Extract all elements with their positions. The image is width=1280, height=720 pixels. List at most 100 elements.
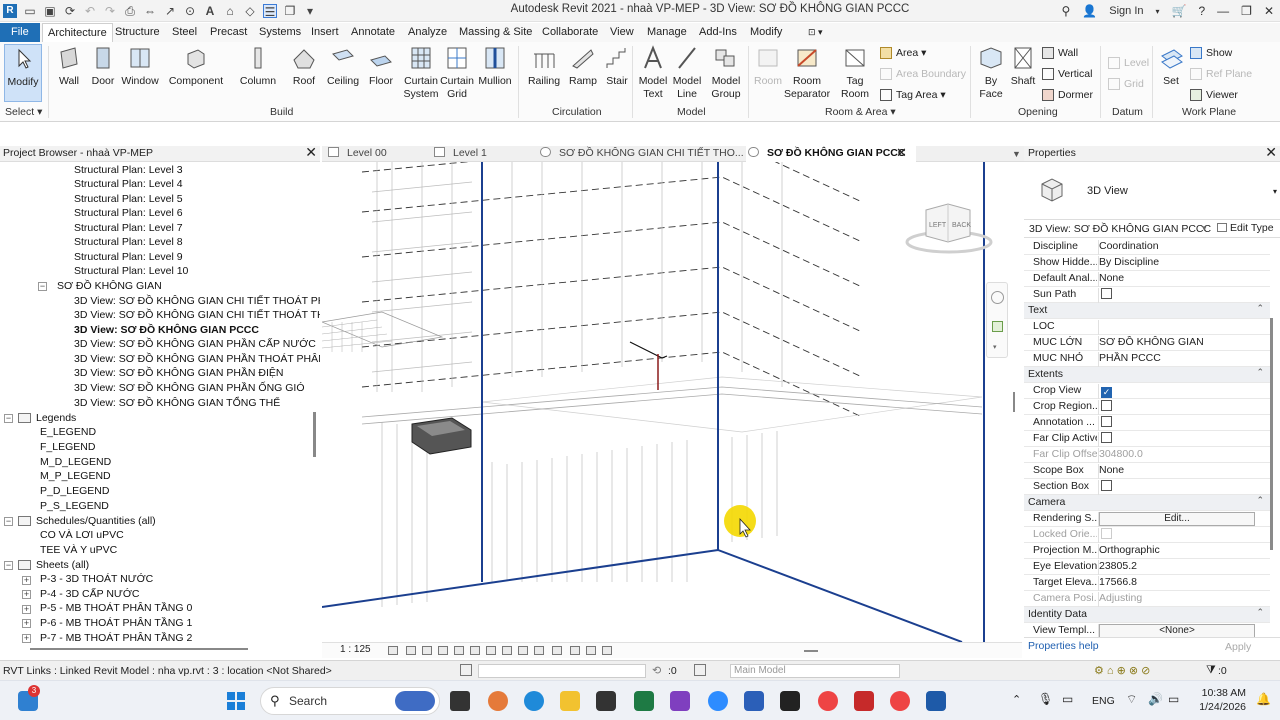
tab-analyze[interactable]: Analyze [403, 23, 452, 42]
tree-item-structural-plan[interactable]: Structural Plan: Level 10 [74, 264, 188, 278]
prop-value[interactable]: None [1098, 464, 1256, 479]
edge-icon[interactable] [524, 691, 544, 711]
print-icon[interactable]: ⎙ [123, 4, 137, 18]
model-text-button[interactable]: Model Text [636, 44, 670, 101]
tree-collapse-toggle[interactable]: − [4, 561, 13, 570]
tree-item-3d-view[interactable]: 3D View: SƠ ĐỒ KHÔNG GIAN PHẦN CẤP NƯỚC [74, 337, 316, 351]
section-box-checkbox[interactable] [1101, 480, 1112, 491]
project-browser-close-icon[interactable]: ✕ [305, 144, 317, 161]
tree-item-sheet[interactable]: P-3 - 3D THOÁT NƯỚC [40, 572, 153, 586]
zoom-icon[interactable] [708, 691, 728, 711]
detail-level-icon[interactable] [388, 646, 398, 655]
tab-manage[interactable]: Manage [642, 23, 692, 42]
window-button[interactable]: Window [120, 44, 160, 88]
floor-button[interactable]: Floor [366, 44, 396, 88]
sun-path-icon[interactable] [422, 646, 432, 655]
close-button[interactable]: ✕ [1258, 4, 1280, 18]
tag-area-button[interactable]: Tag Area ▾ [880, 87, 946, 103]
revit-icon[interactable] [926, 691, 946, 711]
language-indicator[interactable]: ENG [1092, 695, 1115, 707]
prop-row[interactable]: Section Box [1024, 479, 1270, 495]
stair-button[interactable]: Stair [602, 44, 632, 88]
volume-icon[interactable]: 🔊 [1148, 692, 1163, 706]
prop-row[interactable]: Annotation ... [1024, 415, 1270, 431]
sign-in-button[interactable]: Sign In [1103, 5, 1149, 17]
tree-group-schedules[interactable]: Schedules/Quantities (all) [36, 514, 156, 528]
shaft-button[interactable]: Shaft [1008, 44, 1038, 88]
prop-row[interactable]: MUC LỚN SƠ ĐỒ KHÔNG GIAN [1024, 335, 1270, 351]
prop-group-extents[interactable]: Extents ⌃ [1024, 367, 1270, 383]
tree-item-structural-plan[interactable]: Structural Plan: Level 6 [74, 206, 183, 220]
column-button[interactable]: Column [238, 44, 278, 88]
view-tab-3d-detail[interactable]: SƠ ĐỒ KHÔNG GIAN CHI TIẾT THO... [540, 146, 744, 162]
thin-lines-icon[interactable]: ☰ [263, 4, 277, 19]
crop-region-checkbox[interactable] [1101, 400, 1112, 411]
sign-in-dropdown-icon[interactable]: ▾ [1150, 7, 1166, 16]
wall-opening-button[interactable]: Wall [1042, 45, 1078, 61]
open-icon[interactable]: ▭ [23, 4, 37, 18]
apply-button[interactable]: Apply [1225, 641, 1251, 653]
tree-item-3d-view[interactable]: 3D View: SƠ ĐỒ KHÔNG GIAN PHẦN ỐNG GIÓ [74, 381, 305, 395]
ceiling-button[interactable]: Ceiling [324, 44, 362, 88]
prop-row[interactable]: Show Hidde... By Discipline [1024, 255, 1270, 271]
close-hidden-icon[interactable]: ❐ [283, 4, 297, 18]
prop-group-camera[interactable]: Camera ⌃ [1024, 495, 1270, 511]
dimension-icon[interactable]: ↗ [163, 4, 177, 18]
prop-row[interactable]: LOC [1024, 319, 1270, 335]
measure-icon[interactable]: ⇔ [143, 4, 157, 18]
project-browser-scrollbar[interactable] [313, 412, 316, 457]
tree-item-3d-view[interactable]: 3D View: SƠ ĐỒ KHÔNG GIAN TỔNG THỂ [74, 396, 280, 410]
prop-value[interactable]: Orthographic [1098, 544, 1256, 559]
tree-item-sheet[interactable]: P-5 - MB THOÁT PHÂN TẦNG 0 [40, 601, 192, 615]
view-control-scrollbar[interactable] [804, 650, 818, 652]
task-view-icon[interactable] [450, 691, 470, 711]
reveal-constraints-icon[interactable] [586, 646, 596, 655]
tab-collaborate[interactable]: Collaborate [537, 23, 603, 42]
tab-view[interactable]: View [605, 23, 639, 42]
prop-value[interactable]: SƠ ĐỒ KHÔNG GIAN [1098, 336, 1256, 351]
viewer-button[interactable]: Viewer [1190, 87, 1238, 103]
tree-item-schedule[interactable]: CO VÀ LƠI uPVC [40, 528, 124, 542]
equipment-box[interactable] [411, 417, 472, 455]
tree-item-structural-plan[interactable]: Structural Plan: Level 7 [74, 221, 183, 235]
view-tab-level-1[interactable]: Level 1 [434, 146, 487, 162]
prop-row[interactable]: Eye Elevation 23805.2 [1024, 559, 1270, 575]
prop-row[interactable]: Far Clip Active [1024, 431, 1270, 447]
viewcube-back-face[interactable]: BACK [952, 222, 971, 229]
minimize-button[interactable]: — [1211, 4, 1235, 18]
prop-row[interactable]: Target Eleva... 17566.8 [1024, 575, 1270, 591]
lock-view-icon[interactable] [502, 646, 512, 655]
tree-item-structural-plan[interactable]: Structural Plan: Level 9 [74, 250, 183, 264]
help-icon[interactable]: ? [1192, 4, 1211, 18]
show-button[interactable]: Show [1190, 45, 1232, 61]
tree-item-schedule[interactable]: TEE VÀ Y uPVC [40, 543, 117, 557]
prop-row[interactable]: MUC NHỎ PHẦN PCCC [1024, 351, 1270, 367]
tray-expand-icon[interactable]: ⌃ [1012, 693, 1021, 706]
switch-windows-icon[interactable]: ▾ [303, 4, 317, 18]
instance-selector[interactable]: 3D View: SƠ ĐỒ KHÔNG GIAN PCCC ▾ Edit Ty… [1024, 221, 1280, 238]
tab-massing-site[interactable]: Massing & Site [454, 23, 537, 42]
view-scale[interactable]: 1 : 125 [340, 644, 371, 655]
tab-add-ins[interactable]: Add-Ins [694, 23, 742, 42]
cart-icon[interactable]: 🛒 [1166, 4, 1193, 18]
excel-icon[interactable] [634, 691, 654, 711]
project-browser-hscrollbar[interactable] [30, 648, 248, 650]
tree-group-sheets[interactable]: Sheets (all) [36, 558, 89, 572]
prop-row[interactable]: Crop Region... [1024, 399, 1270, 415]
by-face-button[interactable]: By Face [976, 44, 1006, 101]
temp-hide-icon[interactable] [518, 646, 528, 655]
prop-value[interactable]: By Discipline [1098, 256, 1256, 271]
tab-architecture[interactable]: Architecture [42, 23, 113, 42]
properties-close-icon[interactable]: ✕ [1265, 144, 1277, 161]
ribbon-options-icon[interactable]: ⊡ ▾ [803, 23, 828, 42]
properties-scrollbar[interactable] [1270, 318, 1273, 550]
prop-value[interactable]: Coordination [1098, 240, 1256, 255]
temp-view-props-icon[interactable] [552, 646, 562, 655]
annotation-crop-checkbox[interactable] [1101, 416, 1112, 427]
tree-item-3d-view[interactable]: 3D View: SƠ ĐỒ KHÔNG GIAN CHI TIẾT THOÁT… [74, 308, 320, 322]
show-crop-icon[interactable] [486, 646, 496, 655]
type-selector[interactable]: 3D View ▾ [1024, 162, 1280, 220]
prop-value[interactable] [1098, 320, 1256, 335]
viewcube[interactable]: LEFT BACK [904, 202, 994, 257]
user-icon[interactable]: 👤 [1076, 4, 1103, 18]
